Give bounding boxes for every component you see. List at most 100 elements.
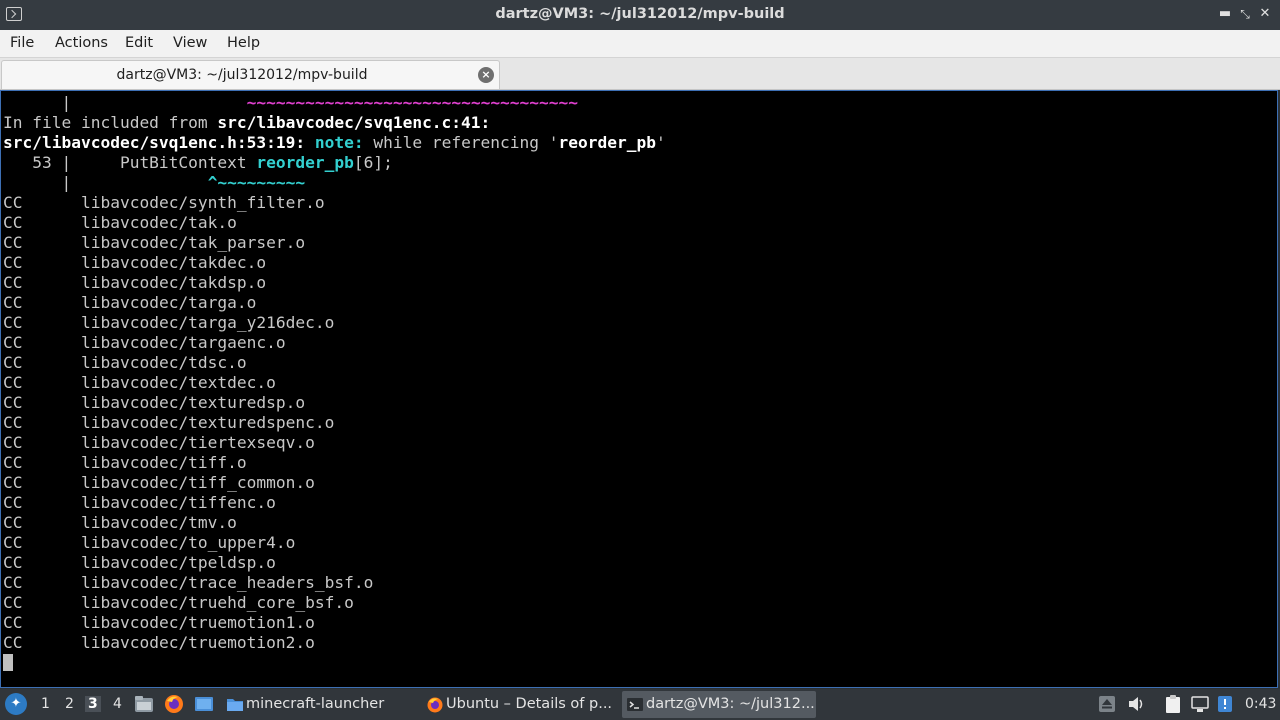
object-file-path: libavcodec/trace_headers_bsf.o <box>80 573 374 592</box>
task-minecraft-launcher[interactable]: minecraft-launcher <box>222 691 412 718</box>
object-file-path: libavcodec/tiff_common.o <box>80 473 315 492</box>
terminal-line: CC libavcodec/texturedsp.o <box>3 393 305 413</box>
cc-label: CC <box>3 193 23 212</box>
desktop-switch-2[interactable]: 2 <box>65 696 74 712</box>
object-file-path: libavcodec/texturedspenc.o <box>80 413 335 432</box>
network-icon[interactable] <box>1190 694 1210 714</box>
terminal-line: CC libavcodec/tak_parser.o <box>3 233 305 253</box>
task-terminal[interactable]: dartz@VM3: ~/jul312... <box>622 691 816 718</box>
desktop-switch-3[interactable]: 3 <box>85 696 101 712</box>
tab-bar: dartz@VM3: ~/jul312012/mpv-build × <box>0 58 1280 90</box>
object-file-path: libavcodec/tmv.o <box>80 513 237 532</box>
terminal-line: 53 | PutBitContext reorder_pb[6]; <box>3 153 393 172</box>
show-desktop-icon[interactable] <box>193 693 215 715</box>
terminal-line: CC libavcodec/targa.o <box>3 293 256 313</box>
task-label: Ubuntu – Details of p... <box>446 696 613 712</box>
object-file-path: libavcodec/truemotion1.o <box>80 613 315 632</box>
terminal-line: CC libavcodec/tiffenc.o <box>3 493 276 513</box>
terminal-line: CC libavcodec/targa_y216dec.o <box>3 313 334 333</box>
terminal-output[interactable]: | ~~~~~~~~~~~~~~~~~~~~~~~~~~~~~~~~~~ In … <box>0 90 1278 688</box>
desktop-switch-1[interactable]: 1 <box>41 696 50 712</box>
update-notifier-icon[interactable] <box>1215 694 1235 714</box>
menu-edit[interactable]: Edit <box>125 35 153 51</box>
lubuntu-logo-icon[interactable]: ✦ <box>5 693 27 715</box>
menu-help[interactable]: Help <box>227 35 260 51</box>
terminal-line: CC libavcodec/texturedspenc.o <box>3 413 334 433</box>
terminal-line: CC libavcodec/tak.o <box>3 213 237 233</box>
cc-label: CC <box>3 413 23 432</box>
cc-label: CC <box>3 233 23 252</box>
cc-label: CC <box>3 533 23 552</box>
cc-label: CC <box>3 613 23 632</box>
menu-bar: File Actions Edit View Help <box>0 30 1280 58</box>
cc-label: CC <box>3 313 23 332</box>
cc-label: CC <box>3 293 23 312</box>
desktop-switch-4[interactable]: 4 <box>113 696 122 712</box>
tab-terminal[interactable]: dartz@VM3: ~/jul312012/mpv-build × <box>1 60 500 89</box>
menu-view[interactable]: View <box>173 35 207 51</box>
object-file-path: libavcodec/tiertexseqv.o <box>80 433 315 452</box>
menu-actions[interactable]: Actions <box>55 35 108 51</box>
object-file-path: libavcodec/tak_parser.o <box>80 233 306 252</box>
window-title: dartz@VM3: ~/jul312012/mpv-build <box>495 6 785 22</box>
terminal-line: CC libavcodec/tmv.o <box>3 513 237 533</box>
minimize-icon[interactable]: ▬ <box>1216 5 1234 23</box>
object-file-path: libavcodec/textdec.o <box>80 373 276 392</box>
task-firefox[interactable]: Ubuntu – Details of p... <box>422 691 616 718</box>
terminal-line: | ~~~~~~~~~~~~~~~~~~~~~~~~~~~~~~~~~~ <box>3 93 579 112</box>
file-manager-icon[interactable] <box>133 693 155 715</box>
cc-label: CC <box>3 253 23 272</box>
object-file-path: libavcodec/to_upper4.o <box>80 533 296 552</box>
terminal-line: CC libavcodec/truehd_core_bsf.o <box>3 593 354 613</box>
tab-title: dartz@VM3: ~/jul312012/mpv-build <box>116 67 368 83</box>
eject-icon[interactable] <box>1097 694 1117 714</box>
cc-label: CC <box>3 213 23 232</box>
object-file-path: libavcodec/tiff.o <box>80 453 247 472</box>
clock[interactable]: 0:43 <box>1245 696 1276 712</box>
object-file-path: libavcodec/tdsc.o <box>80 353 247 372</box>
object-file-path: libavcodec/tak.o <box>80 213 237 232</box>
menu-file[interactable]: File <box>10 35 34 51</box>
object-file-path: libavcodec/synth_filter.o <box>80 193 325 212</box>
cc-label: CC <box>3 593 23 612</box>
terminal-line: CC libavcodec/takdsp.o <box>3 273 266 293</box>
terminal-line: CC libavcodec/textdec.o <box>3 373 276 393</box>
volume-icon[interactable] <box>1126 694 1146 714</box>
cc-label: CC <box>3 433 23 452</box>
cc-label: CC <box>3 453 23 472</box>
object-file-path: libavcodec/takdsp.o <box>80 273 267 292</box>
terminal-line: CC libavcodec/tpeldsp.o <box>3 553 276 573</box>
object-file-path: libavcodec/targa_y216dec.o <box>80 313 335 332</box>
terminal-line: CC libavcodec/targaenc.o <box>3 333 286 353</box>
object-file-path: libavcodec/texturedsp.o <box>80 393 306 412</box>
close-icon[interactable]: ✕ <box>1256 5 1274 23</box>
terminal-line: CC libavcodec/tdsc.o <box>3 353 247 373</box>
terminal-cursor <box>3 654 13 671</box>
object-file-path: libavcodec/tpeldsp.o <box>80 553 276 572</box>
terminal-line: CC libavcodec/to_upper4.o <box>3 533 295 553</box>
cc-label: CC <box>3 373 23 392</box>
terminal-line: CC libavcodec/truemotion2.o <box>3 633 315 653</box>
task-label: dartz@VM3: ~/jul312... <box>646 696 815 712</box>
terminal-line: CC libavcodec/tiff.o <box>3 453 247 473</box>
taskbar: ✦ 1 2 3 4 minecraft-launcher Ubuntu – De… <box>0 689 1280 720</box>
maximize-icon[interactable]: ⤡ <box>1236 5 1254 23</box>
cc-label: CC <box>3 513 23 532</box>
firefox-icon[interactable] <box>163 693 185 715</box>
cc-label: CC <box>3 633 23 652</box>
cc-label: CC <box>3 473 23 492</box>
cc-label: CC <box>3 393 23 412</box>
cc-label: CC <box>3 553 23 572</box>
terminal-line: CC libavcodec/trace_headers_bsf.o <box>3 573 373 593</box>
close-circle-icon[interactable]: × <box>478 67 494 83</box>
terminal-line: CC libavcodec/takdec.o <box>3 253 266 273</box>
object-file-path: libavcodec/tiffenc.o <box>80 493 276 512</box>
cc-label: CC <box>3 333 23 352</box>
terminal-line: CC libavcodec/tiff_common.o <box>3 473 315 493</box>
clipboard-icon[interactable] <box>1163 694 1183 714</box>
terminal-line: src/libavcodec/svq1enc.h:53:19: note: wh… <box>3 133 666 152</box>
cc-label: CC <box>3 493 23 512</box>
object-file-path: libavcodec/truemotion2.o <box>80 633 315 652</box>
folder-icon <box>227 699 243 711</box>
object-file-path: libavcodec/truehd_core_bsf.o <box>80 593 354 612</box>
